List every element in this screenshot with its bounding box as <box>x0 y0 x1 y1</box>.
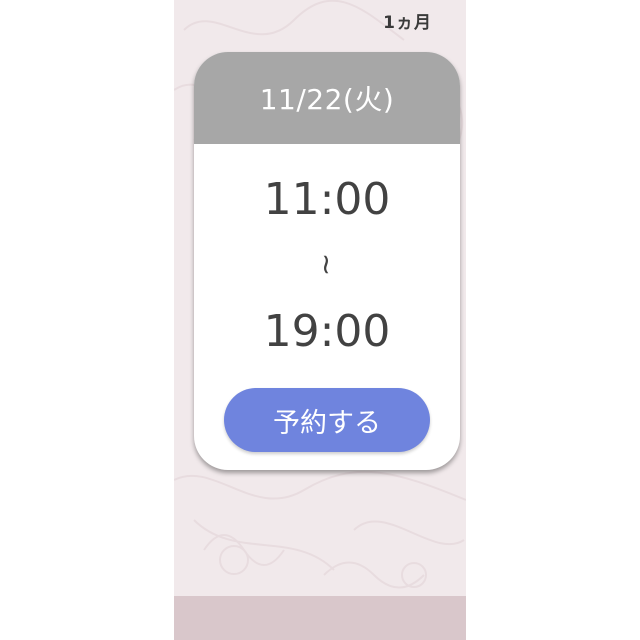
time-separator: ~ <box>310 252 344 277</box>
card-date: 11/22(火) <box>259 83 395 116</box>
reserve-button[interactable]: 予約する <box>224 388 430 452</box>
bottom-strip <box>174 596 466 640</box>
schedule-card: 11/22(火) 11:00 ~ 19:00 予約する <box>194 52 460 470</box>
end-time: 19:00 <box>263 306 391 357</box>
period-label: 1ヵ月 <box>383 13 432 33</box>
app-frame: 1ヵ月 11/22(火) 11:00 ~ 19:00 予約する <box>174 0 466 640</box>
card-header: 11/22(火) <box>194 52 460 144</box>
